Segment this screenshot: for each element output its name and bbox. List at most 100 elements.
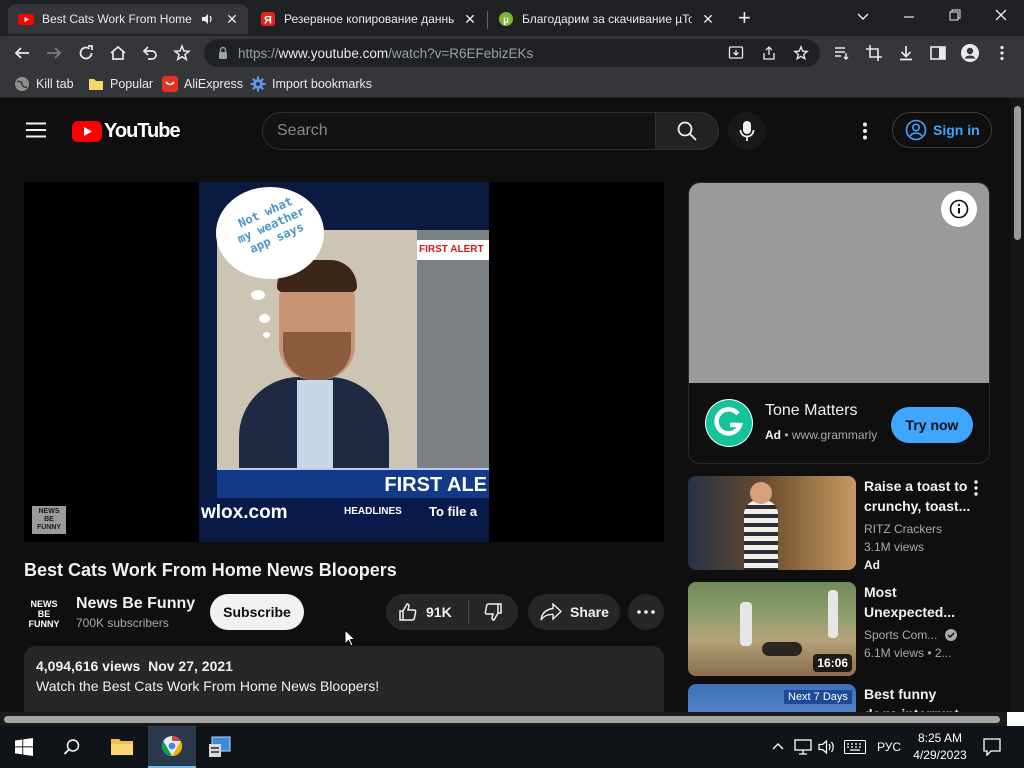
restore-icon[interactable]	[948, 8, 962, 22]
volume-icon[interactable]	[818, 739, 836, 755]
channel-avatar[interactable]: NEWS BE FUNNY	[24, 594, 64, 634]
show-hidden-icons-icon[interactable]	[772, 741, 784, 751]
search-box[interactable]	[262, 112, 656, 150]
search-button[interactable]	[655, 112, 719, 150]
crop-screenshot-icon[interactable]	[864, 43, 884, 63]
rec-channel[interactable]: Sports Com...	[864, 628, 957, 642]
keyboard-icon[interactable]	[844, 740, 866, 754]
forward-icon[interactable]	[44, 43, 64, 63]
subscribe-label: Subscribe	[223, 604, 291, 620]
downloads-icon[interactable]	[896, 43, 916, 63]
voice-search-button[interactable]	[728, 112, 766, 150]
rec-title[interactable]: Raise a toast to crunchy, toast...	[864, 476, 974, 516]
bookmark-label: Kill tab	[36, 77, 74, 91]
rec-thumbnail[interactable]: 16:06	[688, 582, 856, 676]
rec-menu-icon[interactable]	[973, 480, 979, 496]
mouse-cursor-icon	[344, 629, 356, 647]
description-box[interactable]: 4,094,616 views Nov 27, 2021 Watch the B…	[24, 646, 664, 712]
bookmark-kill-tab[interactable]: Kill tab	[14, 76, 74, 92]
channel-name[interactable]: News Be Funny	[76, 595, 195, 613]
file-explorer-button[interactable]	[98, 726, 146, 768]
tab-search-chevron-icon[interactable]	[856, 10, 870, 24]
rec-title[interactable]: Best funny dogs interrupt...	[864, 684, 974, 712]
svg-text:µ: µ	[503, 15, 509, 26]
install-app-icon[interactable]	[728, 45, 744, 61]
tab-utorrent[interactable]: µ Благодарим за скачивание µTor ✕	[488, 4, 724, 34]
bookmarks-bar: Kill tab Popular AliExpress Import bookm…	[0, 70, 1024, 98]
rec-views: 3.1M views	[864, 540, 925, 554]
bookmark-popular[interactable]: Popular	[88, 76, 153, 92]
browser-menu-icon[interactable]	[992, 43, 1012, 63]
profile-avatar-icon[interactable]	[960, 43, 980, 63]
reload-icon[interactable]	[76, 43, 96, 63]
notifications-icon[interactable]	[983, 738, 1001, 756]
search-icon	[677, 121, 697, 141]
share-button[interactable]: Share	[528, 594, 620, 630]
lock-icon[interactable]	[216, 46, 230, 60]
settings-dots-icon[interactable]	[862, 122, 868, 140]
close-window-icon[interactable]	[994, 8, 1008, 22]
banner-text: FIRST ALE	[384, 474, 487, 496]
vertical-scrollbar-thumb[interactable]	[1014, 106, 1021, 240]
search-taskbar-button[interactable]	[48, 726, 96, 768]
clock[interactable]: 8:25 AM 4/29/2023	[910, 730, 970, 764]
youtube-logo-icon	[72, 121, 102, 142]
vertical-scrollbar[interactable]	[1011, 98, 1024, 712]
bookmark-star-icon[interactable]	[172, 43, 192, 63]
like-button[interactable]: 91K	[386, 594, 468, 630]
bookmark-aliexpress[interactable]: AliExpress	[162, 76, 243, 92]
horizontal-scrollbar[interactable]	[0, 712, 1024, 726]
subscribe-button[interactable]: Subscribe	[210, 594, 304, 630]
tab-close-button[interactable]: ✕	[224, 11, 240, 27]
bookmark-import[interactable]: Import bookmarks	[250, 76, 372, 92]
url-text[interactable]: https://www.youtube.com/watch?v=R6EFebiz…	[238, 46, 533, 61]
home-icon[interactable]	[108, 43, 128, 63]
address-bar[interactable]: https://www.youtube.com/watch?v=R6EFebiz…	[204, 39, 820, 67]
dislike-button[interactable]	[469, 594, 517, 630]
rec-channel[interactable]: RITZ Crackers	[864, 522, 942, 536]
undo-icon[interactable]	[140, 43, 160, 63]
search-input[interactable]	[277, 122, 637, 140]
thought-dot	[251, 290, 265, 300]
tab-title: Благодарим за скачивание µTor	[522, 12, 692, 26]
app-taskbar-button[interactable]	[196, 726, 244, 768]
more-actions-button[interactable]	[628, 594, 664, 630]
side-panel-icon[interactable]	[928, 43, 948, 63]
sign-in-button[interactable]: Sign in	[892, 112, 992, 148]
audio-playing-icon[interactable]	[200, 11, 216, 27]
rec-thumbnail[interactable]	[688, 476, 856, 570]
reading-list-icon[interactable]	[832, 43, 852, 63]
rec-title[interactable]: Most Unexpected...	[864, 582, 974, 622]
hamburger-menu-icon[interactable]	[26, 122, 46, 138]
start-button[interactable]	[0, 726, 48, 768]
share-arrow-icon	[540, 603, 562, 621]
tab-backup[interactable]: Я Резервное копирование данны ✕	[250, 4, 486, 34]
bookmark-page-icon[interactable]	[793, 45, 809, 61]
ad-card[interactable]: Tone Matters Ad • www.grammarly Try now	[688, 182, 990, 464]
rec-thumbnail[interactable]: Next 7 Days	[688, 684, 856, 712]
chrome-taskbar-button[interactable]	[148, 726, 196, 768]
tab-close-button[interactable]: ✕	[462, 11, 478, 27]
share-page-icon[interactable]	[761, 45, 777, 61]
svg-text:Я: Я	[264, 15, 272, 27]
views-and-date: 4,094,616 views Nov 27, 2021	[36, 658, 233, 674]
like-dislike-group: 91K	[386, 594, 518, 630]
youtube-page: YouTube Sign in Not what my weather app	[0, 98, 1011, 712]
minimize-icon[interactable]	[902, 10, 916, 24]
rec-views: 6.1M views • 2...	[864, 646, 952, 660]
horizontal-scrollbar-thumb[interactable]	[4, 716, 1000, 723]
new-tab-button[interactable]: +	[738, 5, 751, 31]
youtube-logo[interactable]: YouTube	[72, 120, 181, 143]
tab-close-button[interactable]: ✕	[700, 11, 716, 27]
language-indicator[interactable]: РУС	[877, 740, 901, 754]
video-player[interactable]: Not what my weather app says FIRST ALERT…	[24, 182, 664, 542]
grammarly-logo-icon	[706, 400, 752, 446]
network-icon[interactable]	[794, 739, 812, 755]
tab-youtube[interactable]: Best Cats Work From Home ✕	[8, 4, 248, 34]
back-icon[interactable]	[12, 43, 32, 63]
windows-taskbar: РУС 8:25 AM 4/29/2023	[0, 726, 1024, 768]
ad-info-button[interactable]	[941, 191, 977, 227]
verified-check-icon	[944, 629, 957, 641]
try-now-button[interactable]: Try now	[891, 407, 973, 443]
file-explorer-icon	[111, 739, 133, 755]
